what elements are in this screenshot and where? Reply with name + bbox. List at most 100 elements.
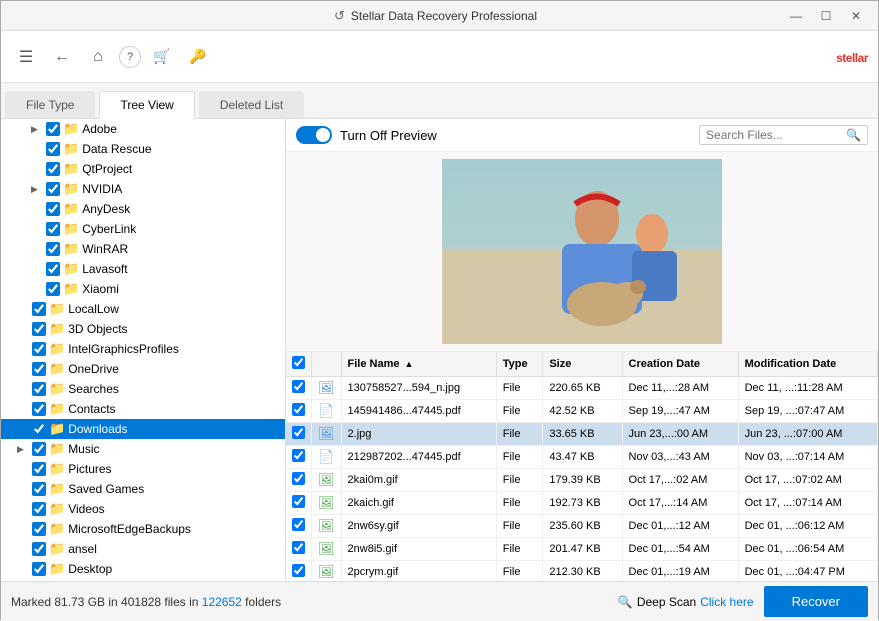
sidebar-item-intelgraphics[interactable]: 📁 IntelGraphicsProfiles xyxy=(1,339,285,359)
sidebar-checkbox-datarescue[interactable] xyxy=(46,142,60,156)
minimize-button[interactable]: — xyxy=(782,6,810,26)
file-created: Nov 03,...:43 AM xyxy=(622,446,738,469)
sidebar-checkbox-winrar[interactable] xyxy=(46,242,60,256)
row-checkbox[interactable] xyxy=(292,518,305,531)
sidebar-item-pictures[interactable]: 📁 Pictures xyxy=(1,459,285,479)
help-button[interactable]: ? xyxy=(119,46,141,68)
sidebar-item-desktop[interactable]: 📁 Desktop xyxy=(1,559,285,579)
sidebar-item-contacts[interactable]: 📁 Contacts xyxy=(1,399,285,419)
sidebar-checkbox-videos[interactable] xyxy=(32,502,46,516)
sidebar-item-msedgebackups[interactable]: 📁 MicrosoftEdgeBackups xyxy=(1,519,285,539)
sidebar-item-lavasoft[interactable]: 📁 Lavasoft xyxy=(1,259,285,279)
sidebar-checkbox-ansel[interactable] xyxy=(32,542,46,556)
maximize-button[interactable]: ☐ xyxy=(812,6,840,26)
sidebar-checkbox-xiaomi[interactable] xyxy=(46,282,60,296)
folder-icon: 📁 xyxy=(49,401,65,417)
row-checkbox[interactable] xyxy=(292,472,305,485)
sidebar-checkbox-lavasoft[interactable] xyxy=(46,262,60,276)
col-header-type[interactable]: Type xyxy=(496,352,543,377)
sidebar-checkbox-savedgames[interactable] xyxy=(32,482,46,496)
table-row[interactable]: 🖼 2kaich.gif File 192.73 KB Oct 17,...:1… xyxy=(286,492,878,515)
col-header-size[interactable]: Size xyxy=(543,352,622,377)
sidebar-item-anydesk[interactable]: 📁 AnyDesk xyxy=(1,199,285,219)
folders-link[interactable]: 122652 xyxy=(202,595,242,609)
table-row[interactable]: 📄 212987202...47445.pdf File 43.47 KB No… xyxy=(286,446,878,469)
sidebar-item-datarescue[interactable]: 📁 Data Rescue xyxy=(1,139,285,159)
sidebar-item-xiaomi[interactable]: 📁 Xiaomi xyxy=(1,279,285,299)
sidebar-checkbox-downloads[interactable] xyxy=(32,422,46,436)
sidebar-checkbox-onedrive[interactable] xyxy=(32,362,46,376)
sidebar-checkbox-3dobjects[interactable] xyxy=(32,322,46,336)
table-row[interactable]: 🖼 2nw8i5.gif File 201.47 KB Dec 01,...:5… xyxy=(286,538,878,561)
sidebar-checkbox-contacts[interactable] xyxy=(32,402,46,416)
recover-button[interactable]: Recover xyxy=(764,586,868,617)
sidebar-item-cyberlink[interactable]: 📁 CyberLink xyxy=(1,219,285,239)
tab-tree-view[interactable]: Tree View xyxy=(99,91,194,119)
table-row[interactable]: 🖼 2pcrym.gif File 212.30 KB Dec 01,...:1… xyxy=(286,561,878,582)
toolbar: ☰ ← ⌂ ? 🛒 🔑 stellar xyxy=(1,31,878,83)
key-button[interactable]: 🔑 xyxy=(183,42,213,72)
table-row[interactable]: 🖼 2nw6sy.gif File 235.60 KB Dec 01,...:1… xyxy=(286,515,878,538)
deep-scan-link[interactable]: Click here xyxy=(700,595,753,609)
row-checkbox[interactable] xyxy=(292,495,305,508)
row-checkbox[interactable] xyxy=(292,426,305,439)
preview-toggle[interactable] xyxy=(296,126,332,144)
sidebar-checkbox-adobe[interactable] xyxy=(46,122,60,136)
sidebar-checkbox-msedgebackups[interactable] xyxy=(32,522,46,536)
select-all-checkbox[interactable] xyxy=(292,356,305,369)
home-button[interactable]: ⌂ xyxy=(83,42,113,72)
sidebar-item-qtproject[interactable]: 📁 QtProject xyxy=(1,159,285,179)
col-header-filename[interactable]: File Name ▲ xyxy=(341,352,496,377)
sidebar-checkbox-qtproject[interactable] xyxy=(46,162,60,176)
sidebar-checkbox-nvidia[interactable] xyxy=(46,182,60,196)
titlebar-controls: — ☐ ✕ xyxy=(782,6,870,26)
table-row[interactable]: 📄 145941486...47445.pdf File 42.52 KB Se… xyxy=(286,400,878,423)
sidebar-item-winrar[interactable]: 📁 WinRAR xyxy=(1,239,285,259)
row-checkbox[interactable] xyxy=(292,403,305,416)
search-input[interactable] xyxy=(706,128,846,142)
sidebar-item-adobe[interactable]: ▶ 📁 Adobe xyxy=(1,119,285,139)
sidebar-item-onedrive[interactable]: 📁 OneDrive xyxy=(1,359,285,379)
row-checkbox[interactable] xyxy=(292,564,305,577)
row-checkbox[interactable] xyxy=(292,449,305,462)
table-row[interactable]: 🖼 2kai0m.gif File 179.39 KB Oct 17,...:0… xyxy=(286,469,878,492)
sidebar-item-videos[interactable]: 📁 Videos xyxy=(1,499,285,519)
sidebar-label-adobe: Adobe xyxy=(82,122,117,136)
sidebar-checkbox-music[interactable] xyxy=(32,442,46,456)
col-header-created[interactable]: Creation Date xyxy=(622,352,738,377)
file-name: 212987202...47445.pdf xyxy=(341,446,496,469)
search-icon: 🔍 xyxy=(846,128,861,142)
file-name: 2nw6sy.gif xyxy=(341,515,496,538)
sidebar-item-downloads[interactable]: 📁 Downloads xyxy=(1,419,285,439)
menu-button[interactable]: ☰ xyxy=(11,42,41,72)
sidebar-item-savedgames[interactable]: 📁 Saved Games xyxy=(1,479,285,499)
close-button[interactable]: ✕ xyxy=(842,6,870,26)
folder-icon: 📁 xyxy=(63,161,79,177)
row-checkbox[interactable] xyxy=(292,380,305,393)
tab-deleted-list[interactable]: Deleted List xyxy=(199,91,304,118)
sidebar-checkbox-cyberlink[interactable] xyxy=(46,222,60,236)
col-header-modified[interactable]: Modification Date xyxy=(738,352,877,377)
file-modified: Dec 11, ...:11:28 AM xyxy=(738,377,877,400)
sidebar-item-3dobjects[interactable]: 📁 3D Objects xyxy=(1,319,285,339)
row-checkbox[interactable] xyxy=(292,541,305,554)
sidebar-item-ansel[interactable]: 📁 ansel xyxy=(1,539,285,559)
sidebar-checkbox-desktop[interactable] xyxy=(32,562,46,576)
cart-button[interactable]: 🛒 xyxy=(147,42,177,72)
sidebar-item-locallow[interactable]: 📁 LocalLow xyxy=(1,299,285,319)
file-type: File xyxy=(496,469,543,492)
back-button[interactable]: ← xyxy=(47,42,77,72)
sidebar-item-documents[interactable]: 📁 Documents xyxy=(1,579,285,581)
sidebar-checkbox-intelgraphics[interactable] xyxy=(32,342,46,356)
sidebar-checkbox-searches[interactable] xyxy=(32,382,46,396)
sidebar-checkbox-anydesk[interactable] xyxy=(46,202,60,216)
sidebar-item-searches[interactable]: 📁 Searches xyxy=(1,379,285,399)
folder-icon: 📁 xyxy=(49,521,65,537)
tab-file-type[interactable]: File Type xyxy=(5,91,95,118)
sidebar-item-nvidia[interactable]: ▶ 📁 NVIDIA xyxy=(1,179,285,199)
sidebar-checkbox-locallow[interactable] xyxy=(32,302,46,316)
table-row[interactable]: 🖼 130758527...594_n.jpg File 220.65 KB D… xyxy=(286,377,878,400)
sidebar-item-music[interactable]: ▶ 📁 Music xyxy=(1,439,285,459)
sidebar-checkbox-pictures[interactable] xyxy=(32,462,46,476)
table-row[interactable]: 🖼 2.jpg File 33.65 KB Jun 23,...:00 AM J… xyxy=(286,423,878,446)
